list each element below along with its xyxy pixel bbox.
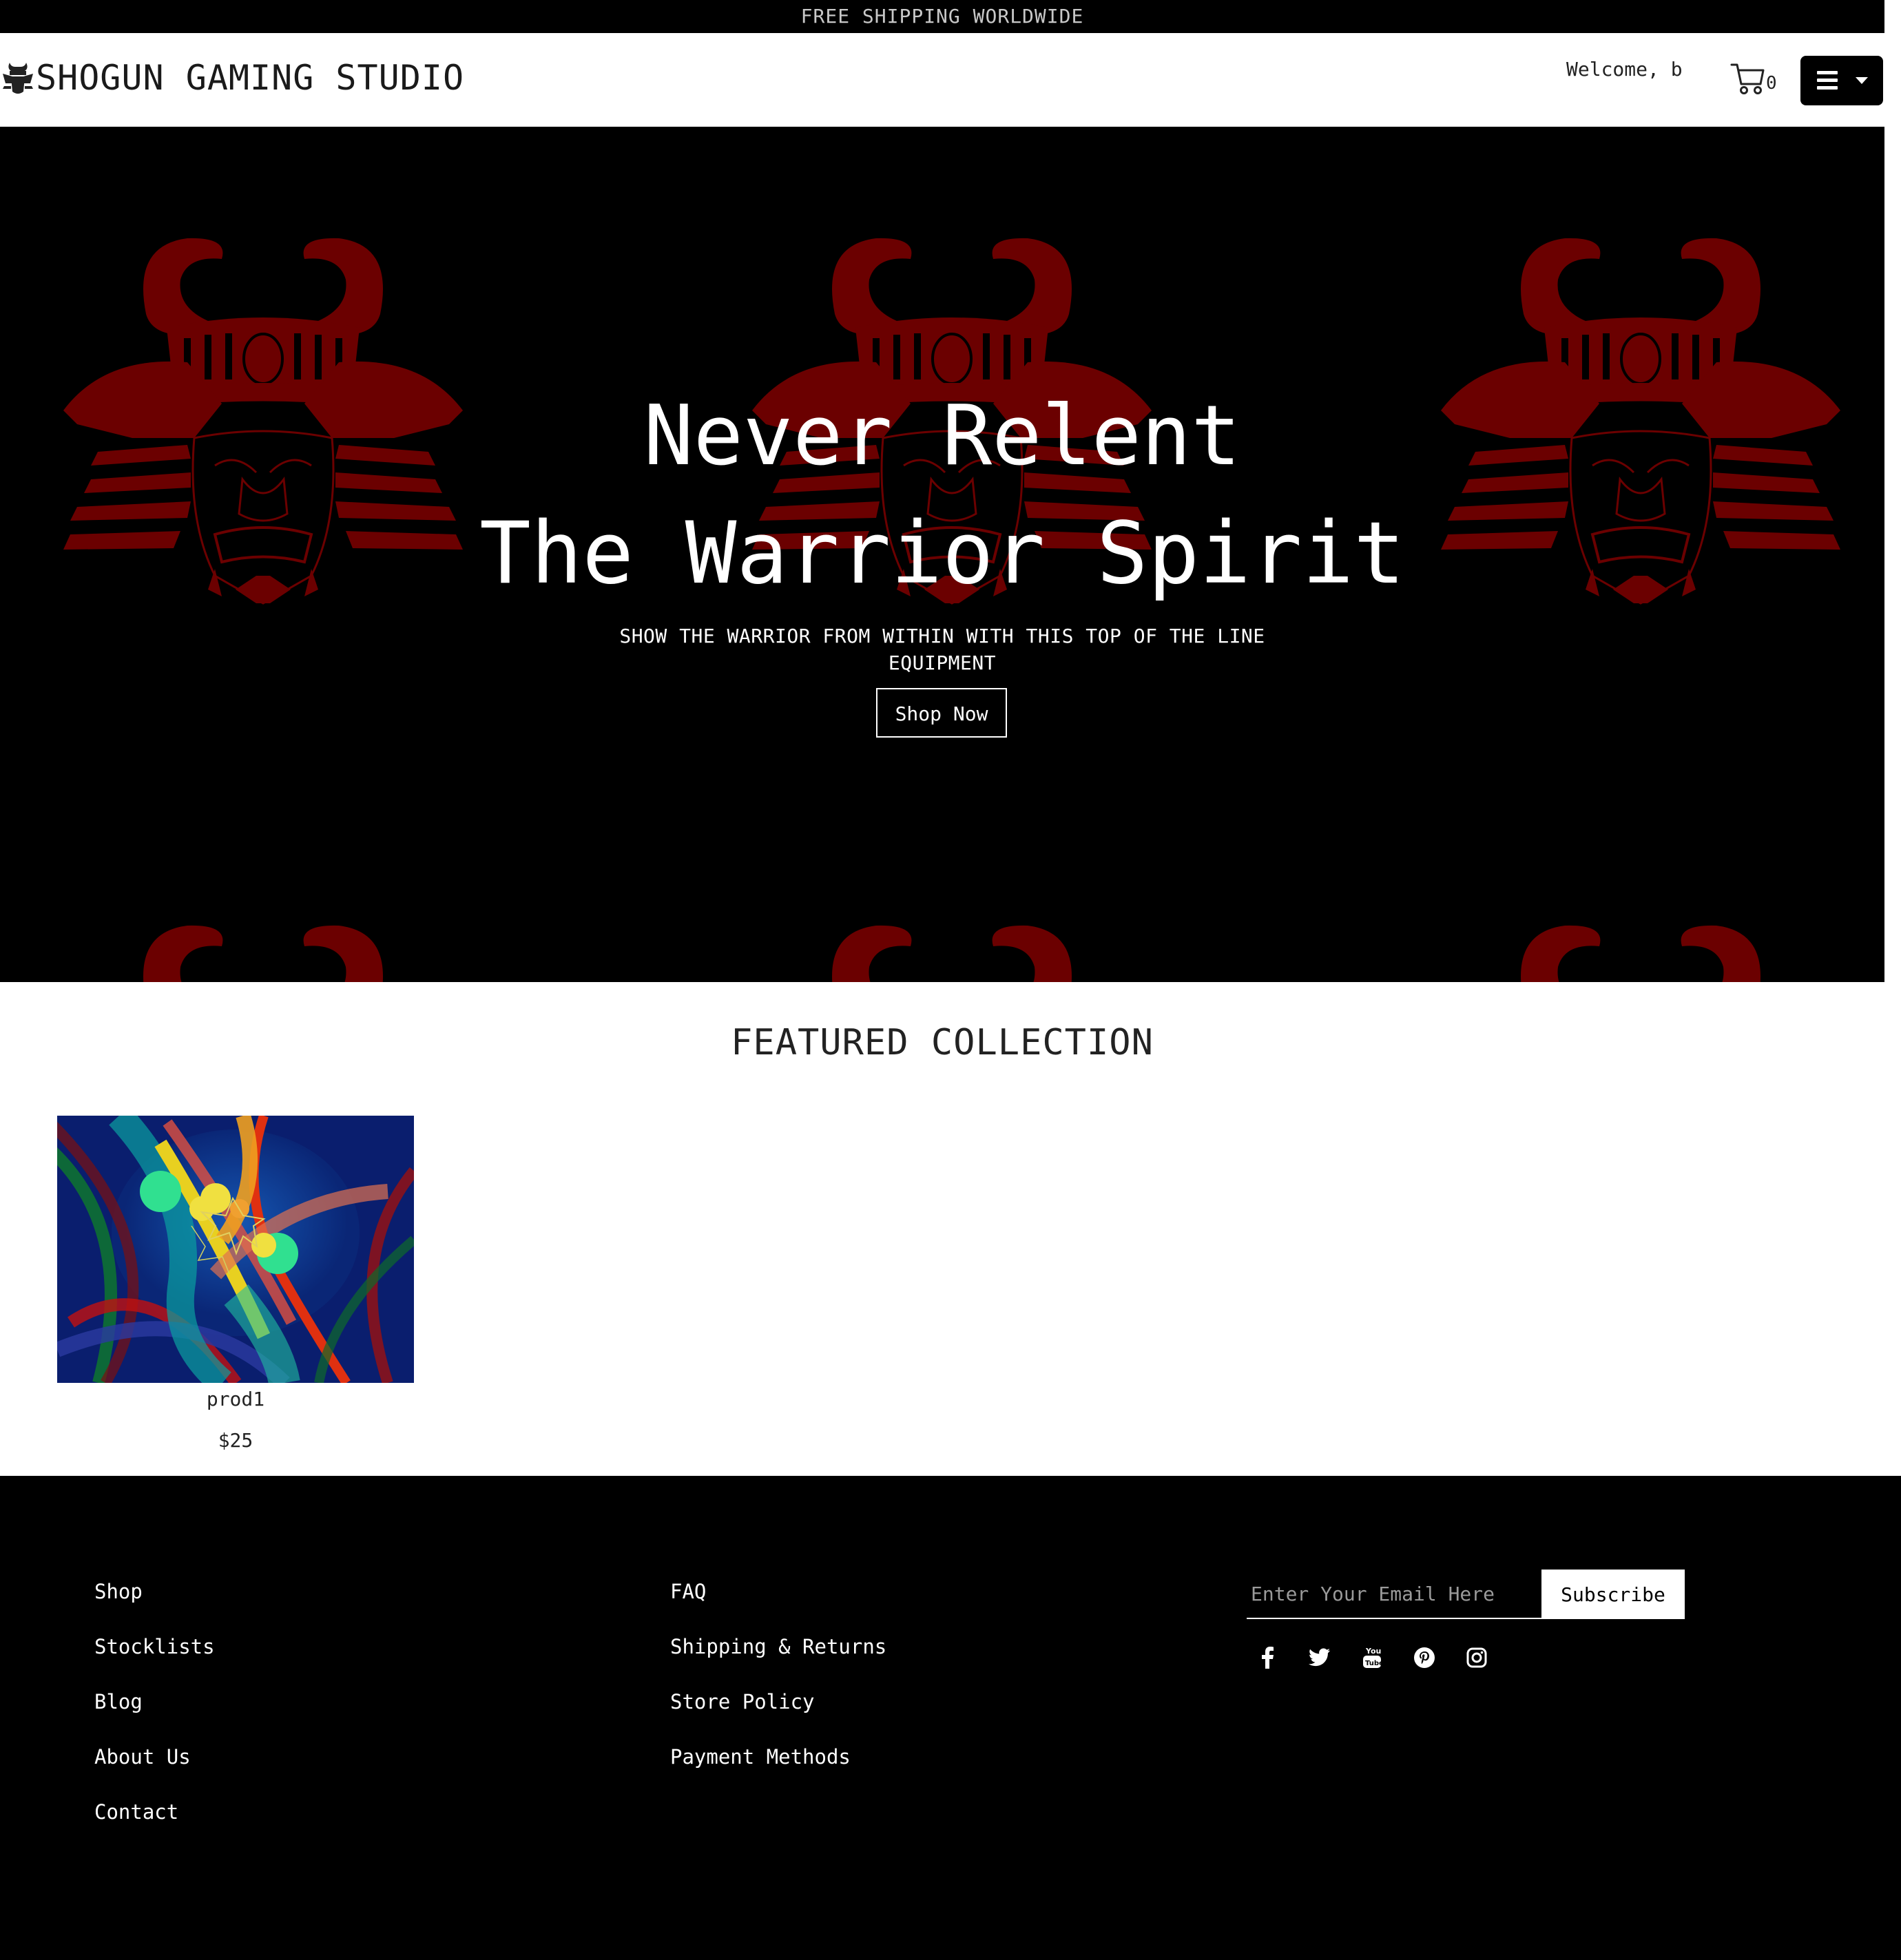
samurai-logo-icon [3,63,33,94]
shop-now-button[interactable]: Shop Now [876,688,1007,738]
svg-text:Tube: Tube [1365,1660,1382,1667]
footer-links-column-2: FAQ Shipping & Returns Store Policy Paym… [670,1579,886,1800]
kabuto-pattern-bottom-left [62,924,464,982]
footer-link-about-us[interactable]: About Us [94,1744,215,1769]
footer-link-stocklists[interactable]: Stocklists [94,1634,215,1659]
svg-text:You: You [1365,1647,1381,1656]
email-input[interactable] [1247,1570,1541,1619]
menu-dropdown-button[interactable] [1800,56,1883,105]
cart-icon [1730,63,1765,94]
product-name[interactable]: prod1 [57,1387,414,1412]
instagram-icon[interactable] [1463,1644,1490,1671]
announcement-bar: FREE SHIPPING WORLDWIDE [0,0,1884,33]
subscribe-button[interactable]: Subscribe [1541,1570,1685,1619]
cart-button[interactable]: 0 [1730,61,1778,96]
twitter-icon[interactable] [1306,1644,1333,1671]
brand-title: SHOGUN GAMING STUDIO [36,58,465,98]
product-image[interactable] [57,1116,414,1383]
footer-link-payment-methods[interactable]: Payment Methods [670,1744,886,1769]
kabuto-pattern-bottom-right [1440,924,1842,982]
kabuto-pattern-bottom-center [751,924,1153,982]
cart-count: 0 [1766,73,1777,94]
footer-link-store-policy[interactable]: Store Policy [670,1689,886,1714]
youtube-icon[interactable]: You Tube [1358,1644,1386,1671]
footer-link-blog[interactable]: Blog [94,1689,215,1714]
brand-logo-link[interactable]: SHOGUN GAMING STUDIO [0,54,464,102]
caret-down-icon [1856,77,1868,84]
welcome-text: Welcome, b [1566,58,1683,81]
footer-link-shop[interactable]: Shop [94,1579,215,1604]
footer-links-column-1: Shop Stocklists Blog About Us Contact [94,1579,215,1855]
hero-subtitle: SHOW THE WARRIOR FROM WITHIN WITH THIS T… [619,625,1265,674]
site-footer: Shop Stocklists Blog About Us Contact FA… [0,1476,1901,1960]
hamburger-icon [1817,71,1838,90]
site-header: SHOGUN GAMING STUDIO Welcome, b 0 [0,33,1884,127]
pinterest-icon[interactable] [1411,1644,1438,1671]
social-links: You Tube [1254,1644,1515,1671]
footer-link-shipping-returns[interactable]: Shipping & Returns [670,1634,886,1659]
facebook-icon[interactable] [1254,1644,1281,1671]
hero-headline: Never Relent [643,388,1241,484]
footer-link-contact[interactable]: Contact [94,1800,215,1824]
product-card[interactable]: prod1 $25 [57,1116,414,1453]
featured-collection-title: FEATURED COLLECTION [731,1022,1154,1063]
footer-link-faq[interactable]: FAQ [670,1579,886,1604]
hero-banner: Never Relent The Warrior Spirit SHOW THE… [0,127,1884,982]
hero-headline-second: The Warrior Spirit [479,504,1405,603]
newsletter-form: Subscribe [1247,1570,1685,1619]
product-price: $25 [218,1429,253,1452]
